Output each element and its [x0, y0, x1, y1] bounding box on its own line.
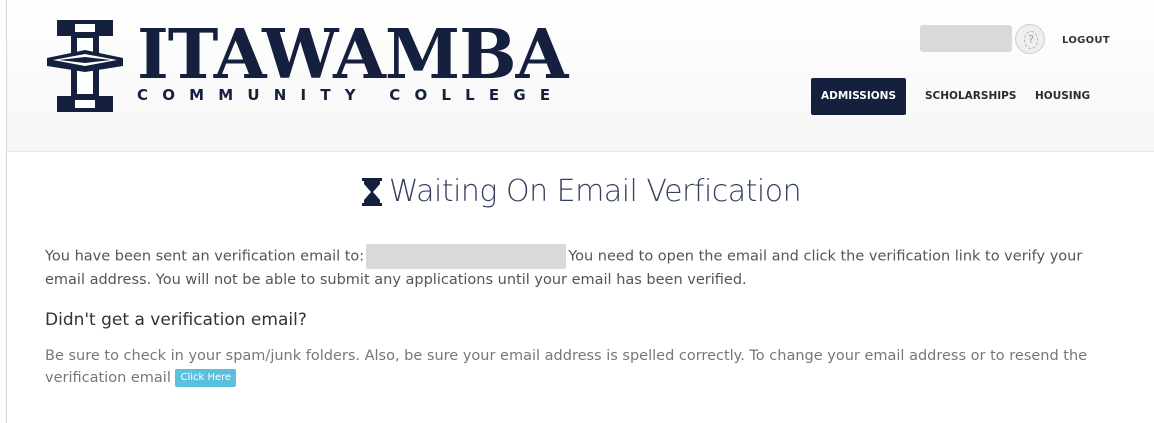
logout-link[interactable]: LOGOUT [1062, 35, 1110, 46]
college-logo[interactable]: ITAWAMBA COMMUNITY COLLEGE [45, 16, 568, 114]
logo-i-emblem-icon [47, 20, 123, 112]
section-heading: Didn't get a verification email? [45, 310, 307, 330]
nav-scholarships[interactable]: SCHOLARSHIPS [915, 78, 1026, 115]
click-here-button[interactable]: Click Here [175, 369, 237, 387]
help-message: Be sure to check in your spam/junk folde… [45, 345, 1125, 389]
logo-name: ITAWAMBA [137, 15, 568, 95]
email-redacted [366, 244, 567, 269]
page-title: Waiting On Email Verfication [7, 174, 1154, 209]
logo-subtitle: COMMUNITY COLLEGE [137, 86, 565, 104]
verification-message: You have been sent an verification email… [45, 244, 1115, 291]
intro-text-before: You have been sent an verification email… [45, 248, 365, 265]
site-header: ITAWAMBA COMMUNITY COLLEGE ? LOGOUT ADMI… [7, 0, 1154, 152]
hourglass-icon [361, 177, 382, 206]
nav-housing[interactable]: HOUSING [1025, 78, 1100, 115]
nav-admissions[interactable]: ADMISSIONS [811, 78, 907, 115]
page-frame: ITAWAMBA COMMUNITY COLLEGE ? LOGOUT ADMI… [6, 0, 1154, 423]
user-placeholder-icon[interactable]: ? [1015, 24, 1045, 54]
page-title-text: Waiting On Email Verfication [388, 174, 802, 209]
username-redacted [920, 25, 1012, 52]
